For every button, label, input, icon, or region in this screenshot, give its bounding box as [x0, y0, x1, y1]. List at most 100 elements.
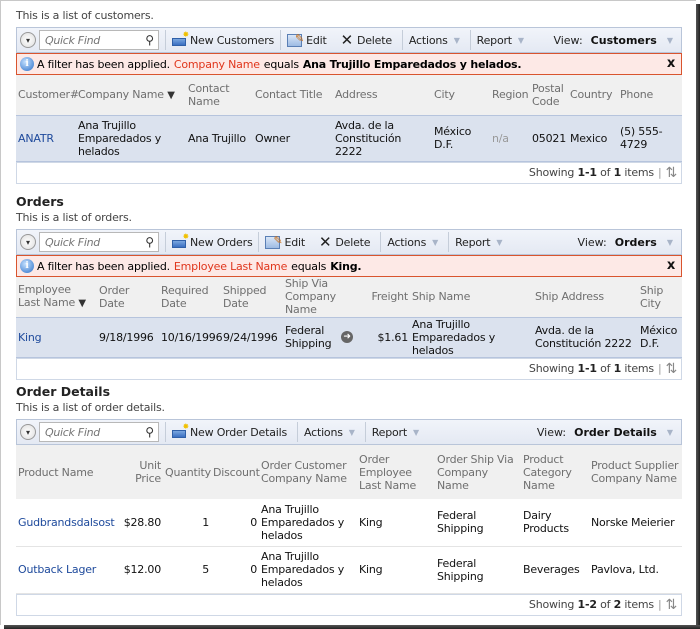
table-row[interactable]: King 9/18/1996 10/16/1996 9/24/1996 Fede…: [16, 316, 682, 358]
cell: 9/24/1996: [221, 316, 283, 358]
table-row[interactable]: ANATR Ana Trujillo Emparedados y helados…: [16, 114, 682, 162]
orders-quick-find[interactable]: ⚲: [39, 232, 159, 252]
filter-funnel-icon[interactable]: ▼: [78, 298, 86, 309]
refresh-icon[interactable]: ⇅: [665, 165, 677, 181]
new-record-icon: [172, 232, 189, 248]
navigate-arrow-icon[interactable]: ➜: [341, 331, 353, 343]
cell: Pavlova, Ltd.: [589, 546, 682, 594]
col-header[interactable]: Phone: [618, 75, 682, 115]
new-order-details-button[interactable]: New Order Details: [172, 421, 287, 443]
actions-menu-button[interactable]: Actions ▼: [387, 231, 438, 253]
customer-id-link[interactable]: ANATR: [18, 132, 54, 145]
employee-link[interactable]: King: [18, 331, 42, 344]
col-header[interactable]: Discount: [211, 445, 260, 499]
view-selector[interactable]: View: Order Details ▼: [537, 420, 673, 444]
view-value: Order Details: [574, 425, 657, 439]
col-header[interactable]: City: [432, 75, 490, 115]
col-header[interactable]: Order Ship Via Company Name: [435, 445, 521, 499]
header-row: Employee Last Name ▼ Order Date Required…: [16, 277, 682, 317]
chevron-down-icon: ▼: [496, 237, 503, 247]
filter-field: Company Name: [173, 57, 260, 71]
filter-funnel-icon[interactable]: ▼: [167, 90, 175, 101]
cell: King: [357, 546, 435, 594]
col-header[interactable]: Ship City: [638, 277, 682, 317]
cell: Ana Trujillo: [186, 114, 253, 162]
col-header[interactable]: Unit Price: [113, 445, 163, 499]
view-menu-chevron-icon[interactable]: ▾: [20, 32, 36, 48]
col-header[interactable]: Region: [490, 75, 530, 115]
view-menu-chevron-icon[interactable]: ▾: [20, 424, 36, 440]
search-icon[interactable]: ⚲: [145, 33, 154, 47]
divider: [380, 232, 382, 252]
col-header[interactable]: Country: [568, 75, 618, 115]
new-customers-button[interactable]: New Customers: [172, 29, 274, 51]
close-filter-icon[interactable]: x: [667, 258, 675, 273]
col-header[interactable]: Quantity: [163, 445, 211, 499]
refresh-icon[interactable]: ⇅: [665, 597, 677, 613]
divider: [401, 30, 403, 50]
col-header[interactable]: Ship Name: [410, 277, 533, 317]
customers-quick-find-input[interactable]: [40, 33, 140, 47]
chevron-down-icon: ▼: [517, 35, 524, 45]
view-selector[interactable]: View: Orders ▼: [578, 230, 673, 254]
view-selector[interactable]: View: Customers ▼: [553, 28, 673, 52]
pager-text: of: [600, 598, 611, 611]
edit-button[interactable]: Edit: [287, 29, 327, 51]
view-menu-chevron-icon[interactable]: ▾: [20, 234, 36, 250]
product-link[interactable]: Gudbrandsdalsost: [18, 516, 115, 529]
col-header[interactable]: Shipped Date: [221, 277, 283, 317]
chevron-down-icon: ▼: [453, 35, 460, 45]
col-header[interactable]: Product Category Name: [521, 445, 589, 499]
product-link[interactable]: Outback Lager: [18, 563, 96, 576]
col-header[interactable]: Freight: [355, 277, 410, 317]
col-header[interactable]: Contact Title: [253, 75, 333, 115]
chevron-down-icon: ▼: [432, 237, 439, 247]
report-menu-button[interactable]: Report ▼: [372, 421, 419, 443]
col-header[interactable]: Ship Address: [533, 277, 638, 317]
col-header-company-name[interactable]: Company Name ▼: [76, 75, 186, 115]
col-header[interactable]: Ship Via Company Name: [283, 277, 355, 317]
filter-value: King.: [330, 259, 362, 273]
customers-quick-find[interactable]: ⚲: [39, 30, 159, 50]
cell: 5: [163, 546, 211, 594]
col-header[interactable]: Order Date: [97, 277, 159, 317]
report-label: Report: [455, 235, 491, 249]
col-header-employee[interactable]: Employee Last Name ▼: [16, 277, 97, 317]
cell: Ana Trujillo Emparedados y helados: [410, 316, 533, 358]
table-row[interactable]: Outback Lager $12.00 5 0 Ana Trujillo Em…: [16, 546, 682, 594]
order-details-quick-find[interactable]: ⚲: [39, 422, 159, 442]
pager-range: 1-1: [577, 362, 597, 375]
col-header[interactable]: Product Name: [16, 445, 113, 499]
cell: (5) 555-4729: [618, 114, 682, 162]
new-orders-button[interactable]: New Orders: [172, 231, 253, 253]
report-menu-button[interactable]: Report ▼: [455, 231, 502, 253]
search-icon[interactable]: ⚲: [145, 235, 154, 249]
pager-text: Showing: [528, 166, 575, 179]
delete-button[interactable]: ✕ Delete: [319, 231, 371, 253]
refresh-icon[interactable]: ⇅: [665, 361, 677, 377]
col-header[interactable]: Address: [333, 75, 432, 115]
col-header[interactable]: Order Employee Last Name: [357, 445, 435, 499]
orders-quick-find-input[interactable]: [40, 235, 140, 249]
order-details-quick-find-input[interactable]: [40, 425, 140, 439]
close-filter-icon[interactable]: x: [667, 56, 675, 71]
cell: Federal Shipping: [435, 546, 521, 594]
actions-menu-button[interactable]: Actions ▼: [409, 29, 460, 51]
table-row[interactable]: Gudbrandsdalsost $28.80 1 0 Ana Trujillo…: [16, 499, 682, 547]
report-menu-button[interactable]: Report ▼: [477, 29, 524, 51]
col-header[interactable]: Required Date: [159, 277, 221, 317]
delete-button[interactable]: ✕ Delete: [341, 29, 393, 51]
col-header[interactable]: Order Customer Company Name: [259, 445, 357, 499]
cell: Dairy Products: [521, 499, 589, 547]
edit-button[interactable]: Edit: [265, 231, 305, 253]
divider: [165, 232, 166, 252]
pager-text: of: [600, 166, 611, 179]
actions-menu-button[interactable]: Actions ▼: [304, 421, 355, 443]
col-header[interactable]: Product Supplier Company Name: [589, 445, 682, 499]
col-header[interactable]: Customer#: [16, 75, 79, 115]
col-header[interactable]: Contact Name: [186, 75, 253, 115]
col-header[interactable]: Postal Code: [530, 75, 568, 115]
search-icon[interactable]: ⚲: [145, 425, 154, 439]
chevron-down-icon: ▼: [666, 35, 673, 45]
cell: Owner: [253, 114, 333, 162]
